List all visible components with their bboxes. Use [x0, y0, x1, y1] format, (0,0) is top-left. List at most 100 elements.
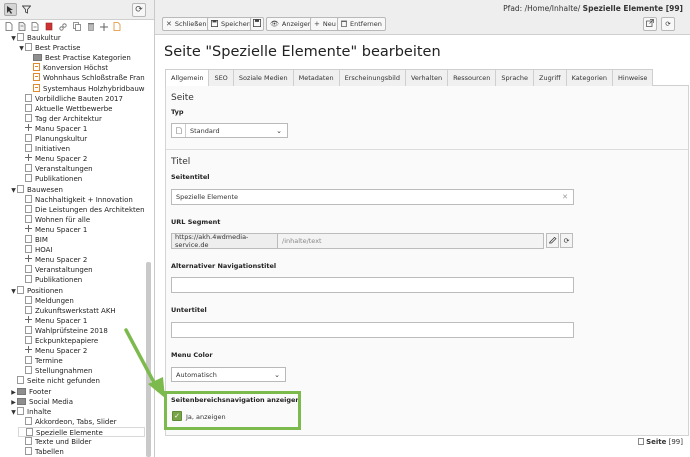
tree-item[interactable]: Menu Spacer 2	[18, 255, 145, 265]
tree-item[interactable]: Menu Spacer 1	[18, 224, 145, 235]
tree-item[interactable]: HOAI	[18, 245, 145, 255]
tree-item[interactable]: ▼ Bauwesen	[10, 184, 145, 195]
view-button[interactable]: 👁 Anzeigen	[266, 17, 316, 31]
tree-item[interactable]: Veranstaltungen	[18, 265, 145, 275]
subtitle-input[interactable]	[171, 322, 574, 338]
collapse-icon[interactable]: ▼	[10, 287, 17, 296]
breadcrumb-path[interactable]: Pfad: /Home/Inhalte/	[503, 4, 580, 13]
link-icon[interactable]	[58, 22, 67, 31]
tab-seo[interactable]: SEO	[208, 69, 234, 86]
toggle-edit-icon[interactable]	[546, 233, 559, 248]
tree-item[interactable]: Tag der Architektur	[18, 113, 145, 124]
type-select[interactable]: Standard ⌄	[171, 123, 288, 138]
tree-item[interactable]: ▼ Best Practise	[18, 43, 145, 53]
tree-item[interactable]: Texte und Bilder	[18, 437, 145, 447]
tree-item[interactable]: Meldungen	[18, 295, 145, 306]
tree-item[interactable]: Wahlprüfsteine 2018	[18, 325, 145, 336]
url-segment-input[interactable]: /inhalte/text	[278, 233, 544, 249]
expand-icon[interactable]: ▶	[10, 388, 17, 397]
tree-item[interactable]: Planungskultur	[18, 134, 145, 144]
tree-item[interactable]: Zukunftswerkstatt AKH	[18, 305, 145, 316]
tree-item[interactable]: ▼ Inhalte	[10, 406, 145, 417]
tab-sprache[interactable]: Sprache	[495, 69, 534, 86]
tree-item[interactable]: Systemhaus Holzhybridbauwei	[26, 83, 145, 94]
tree-item[interactable]: ▶ Social Media	[10, 397, 145, 407]
new-page-icon[interactable]	[4, 22, 13, 31]
tree-item[interactable]: Nachhaltigkeit + Innovation	[18, 194, 145, 205]
collapse-icon[interactable]: ▼	[10, 34, 17, 43]
tree-item[interactable]: Termine	[18, 356, 145, 366]
new-link-icon[interactable]	[30, 22, 39, 31]
tree-item[interactable]: Wohnen für alle	[18, 214, 145, 225]
refresh-button[interactable]: ⟳	[661, 17, 675, 31]
tree-item[interactable]: Menu Spacer 1	[18, 315, 145, 326]
tree-item[interactable]: Konversion Höchst	[26, 63, 145, 73]
tree-item-label: Inhalte	[27, 407, 52, 416]
tree-item[interactable]: Wohnhaus Schloßstraße Frank	[26, 73, 145, 83]
tree-item[interactable]: Veranstaltungen	[18, 164, 145, 174]
page-icon	[26, 427, 33, 436]
tree-item[interactable]: ▶ Footer	[10, 387, 145, 397]
seitentitel-input[interactable]: Spezielle Elemente ✕	[171, 189, 574, 205]
save-close-button[interactable]	[250, 17, 264, 31]
tree-item[interactable]: Vorbildliche Bauten 2017	[18, 93, 145, 104]
trash-icon[interactable]	[86, 22, 95, 31]
menu-color-select[interactable]: Automatisch ⌄	[171, 367, 286, 382]
tree-item[interactable]: Akkordeon, Tabs, Slider	[18, 416, 145, 427]
open-external-button[interactable]	[643, 17, 657, 31]
alt-nav-input[interactable]	[171, 277, 574, 293]
tree-item[interactable]: Eckpunktepapiere	[18, 336, 145, 346]
tree-item[interactable]: BIM	[18, 235, 145, 245]
move-icon[interactable]	[112, 22, 121, 31]
tree-item[interactable]: Publikationen	[18, 174, 145, 184]
tree-item-label: Initiativen	[35, 145, 70, 154]
collapse-icon[interactable]: ▼	[10, 408, 17, 417]
cursor-icon[interactable]	[4, 3, 17, 16]
collapse-icon[interactable]: ▼	[10, 186, 17, 195]
tree-item[interactable]: Die Leistungen des Architekten	[18, 204, 145, 215]
tree-scrollbar[interactable]	[146, 262, 151, 457]
page-icon	[25, 113, 32, 122]
tab-verhalten[interactable]: Verhalten	[404, 69, 449, 86]
tree-item[interactable]: Spezielle Elemente	[18, 426, 145, 437]
tab-erscheinungsbild[interactable]: Erscheinungsbild	[338, 69, 406, 86]
clear-icon[interactable]: ✕	[562, 193, 568, 201]
tree-item[interactable]: Tabellen	[18, 447, 145, 457]
tree-item[interactable]: Menu Spacer 2	[18, 154, 145, 164]
tree-item[interactable]: Seite nicht gefunden	[10, 376, 145, 386]
tree-item[interactable]: ▼ Baukultur	[10, 33, 145, 43]
tab-metadaten[interactable]: Metadaten	[292, 69, 340, 86]
tab-kategorien[interactable]: Kategorien	[565, 69, 614, 86]
tree-item[interactable]: Stellungnahmen	[18, 366, 145, 376]
save-icon	[211, 19, 218, 29]
tab-ressourcen[interactable]: Ressourcen	[447, 69, 497, 86]
tree-item-label: Veranstaltungen	[35, 266, 93, 275]
new-button[interactable]: + Neu	[310, 17, 340, 31]
tree-item[interactable]: Menu Spacer 2	[18, 346, 145, 356]
collapse-icon[interactable]: ▼	[18, 44, 25, 53]
spacer-icon[interactable]	[99, 22, 108, 31]
tree-item[interactable]: Aktuelle Wettbewerbe	[18, 103, 145, 114]
tree-item-label: Wohnen für alle	[35, 215, 91, 224]
refresh-url-icon[interactable]: ⟳	[560, 233, 573, 248]
tab-allgemein[interactable]: Allgemein	[165, 69, 210, 86]
tab-zugriff[interactable]: Zugriff	[533, 69, 567, 86]
footer-page-icon	[638, 438, 645, 445]
tab-soziale-medien[interactable]: Soziale Medien	[232, 69, 294, 86]
expand-icon[interactable]: ▶	[10, 398, 17, 407]
page-icon	[25, 43, 32, 52]
tab-hinweise[interactable]: Hinweise	[612, 69, 654, 86]
tree-item-label: Planungskultur	[35, 135, 88, 143]
filter-icon[interactable]	[20, 3, 33, 16]
copy-icon[interactable]	[72, 22, 81, 31]
delete-icon[interactable]	[44, 22, 53, 31]
tree-item[interactable]: Best Practise Kategorien	[26, 53, 145, 63]
tree-item[interactable]: Initiativen	[18, 144, 145, 154]
new-folder-icon[interactable]	[17, 22, 26, 31]
close-button[interactable]: ✕ Schließen	[162, 17, 211, 31]
refresh-icon[interactable]: ⟳	[132, 3, 146, 17]
remove-button[interactable]: Entfernen	[337, 17, 386, 31]
tree-item[interactable]: Publikationen	[18, 275, 145, 285]
tree-item[interactable]: Manu Spacer 1	[18, 123, 145, 134]
tree-item[interactable]: ▼ Positionen	[10, 285, 145, 296]
